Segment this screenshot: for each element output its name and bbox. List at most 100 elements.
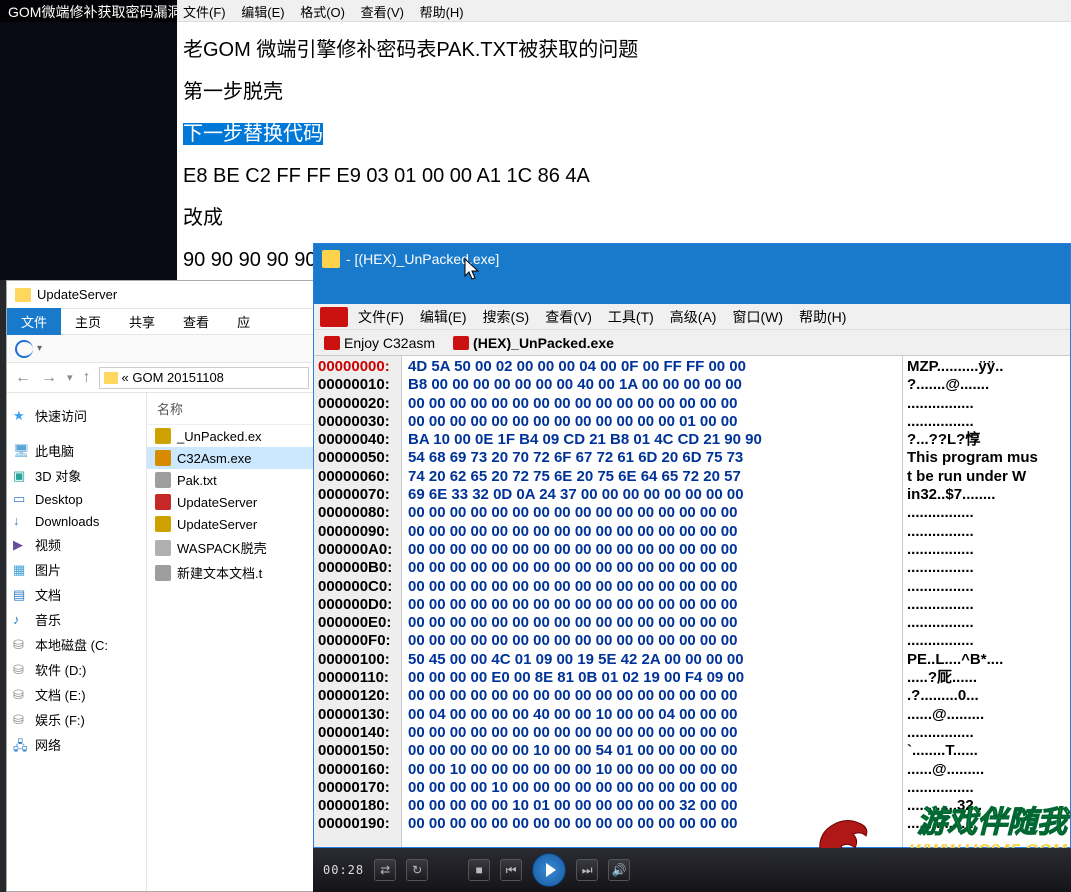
hex-bytes-row[interactable]: 00 00 00 00 00 00 00 00 00 00 00 00 00 0…	[408, 523, 896, 541]
file-item[interactable]: UpdateServer	[147, 513, 315, 535]
menu-help[interactable]: 帮助(H)	[420, 5, 464, 20]
play-button[interactable]	[532, 853, 566, 887]
menu-file[interactable]: 文件(F)	[183, 5, 226, 20]
menu-search[interactable]: 搜索(S)	[483, 307, 530, 327]
hex-bytes-row[interactable]: 50 45 00 00 4C 01 09 00 19 5E 42 2A 00 0…	[408, 651, 896, 669]
ribbon-view[interactable]: 查看	[169, 308, 223, 335]
repeat-button[interactable]: ↻	[406, 859, 428, 881]
sidebar-item[interactable]: ▤文档	[7, 582, 146, 607]
file-item[interactable]: C32Asm.exe	[147, 447, 315, 469]
nav-fwd-icon[interactable]: →	[39, 369, 59, 387]
sidebar-item[interactable]: ▶视频	[7, 532, 146, 557]
breadcrumb[interactable]: « GOM 20151108	[122, 370, 224, 385]
menu-help[interactable]: 帮助(H)	[799, 307, 846, 327]
menu-view[interactable]: 查看(V)	[545, 307, 592, 327]
sidebar-item[interactable]: ★快速访问	[7, 403, 146, 428]
address-bar: ← → ▾ ↑ « GOM 20151108	[7, 363, 315, 393]
menu-edit[interactable]: 编辑(E)	[241, 5, 284, 20]
hex-bytes-row[interactable]: 00 00 00 00 00 00 00 00 00 00 00 00 00 0…	[408, 559, 896, 577]
file-name: UpdateServer	[177, 495, 257, 510]
hex-bytes-row[interactable]: 00 00 00 00 00 00 00 00 00 00 00 00 00 0…	[408, 614, 896, 632]
nav-back-icon[interactable]: ←	[13, 369, 33, 387]
hex-bytes-row[interactable]: B8 00 00 00 00 00 00 00 40 00 1A 00 00 0…	[408, 376, 896, 394]
column-header-name[interactable]: 名称	[147, 393, 315, 425]
sidebar-item[interactable]: ⛁本地磁盘 (C:	[7, 632, 146, 657]
hex-view[interactable]: 00000000:00000010:00000020:00000030:0000…	[314, 356, 1070, 847]
menu-tools[interactable]: 工具(T)	[608, 307, 654, 327]
hex-bytes-row[interactable]: 00 00 00 00 E0 00 8E 81 0B 01 02 19 00 F…	[408, 669, 896, 687]
file-name: UpdateServer	[177, 517, 257, 532]
menu-file[interactable]: 文件(F)	[358, 307, 404, 327]
file-item[interactable]: 新建文本文档.t	[147, 560, 315, 585]
sidebar-item[interactable]: ♪音乐	[7, 607, 146, 632]
ribbon-share[interactable]: 共享	[115, 308, 169, 335]
tab-enjoy[interactable]: Enjoy C32asm	[320, 333, 439, 353]
shuffle-button[interactable]: ⇄	[374, 859, 396, 881]
menu-view[interactable]: 查看(V)	[361, 5, 404, 20]
sidebar-item[interactable]: ▣3D 对象	[7, 463, 146, 488]
hex-bytes-row[interactable]: 00 00 00 00 00 00 10 00 00 54 01 00 00 0…	[408, 742, 896, 760]
sidebar-item[interactable]: ↓Downloads	[7, 510, 146, 532]
hex-bytes-row[interactable]: 00 00 00 00 00 00 00 00 00 00 00 00 00 0…	[408, 395, 896, 413]
ribbon-file[interactable]: 文件	[7, 308, 61, 335]
hex-ascii-row: ......@.........	[907, 706, 1066, 724]
sidebar-item[interactable]: ▦图片	[7, 557, 146, 582]
sidebar-item[interactable]: 🖥此电脑	[7, 438, 146, 463]
explorer-file-list: 名称 _UnPacked.ex C32Asm.exe Pak.txt UpdateSe…	[147, 393, 315, 891]
explorer-titlebar[interactable]: UpdateServer	[7, 281, 315, 309]
sidebar-item[interactable]: ▭Desktop	[7, 488, 146, 510]
hex-bytes-row[interactable]: 69 6E 33 32 0D 0A 24 37 00 00 00 00 00 0…	[408, 486, 896, 504]
hex-bytes-row[interactable]: 00 00 10 00 00 00 00 00 00 10 00 00 00 0…	[408, 761, 896, 779]
tool-icon[interactable]	[320, 307, 348, 327]
hex-toolbar-strip	[314, 274, 1070, 304]
menu-window[interactable]: 窗口(W)	[732, 307, 783, 327]
address-input[interactable]: « GOM 20151108	[99, 367, 309, 389]
prev-button[interactable]: ⏮	[500, 859, 522, 881]
hex-bytes-row[interactable]: 00 00 00 00 00 00 00 00 00 00 00 00 00 0…	[408, 724, 896, 742]
menu-advanced[interactable]: 高级(A)	[670, 307, 717, 327]
hex-bytes-row[interactable]: 54 68 69 73 20 70 72 6F 67 72 61 6D 20 6…	[408, 449, 896, 467]
hex-ascii-row: ................	[907, 559, 1066, 577]
undo-icon[interactable]	[15, 340, 33, 358]
hex-titlebar[interactable]: - [(HEX)_UnPacked.exe]	[314, 244, 1070, 274]
next-button[interactable]: ⏭	[576, 859, 598, 881]
stop-button[interactable]: ■	[468, 859, 490, 881]
hex-bytes-row[interactable]: 00 00 00 00 10 00 00 00 00 00 00 00 00 0…	[408, 779, 896, 797]
hex-bytes-row[interactable]: 00 00 00 00 00 00 00 00 00 00 00 00 00 0…	[408, 632, 896, 650]
hex-bytes-row[interactable]: 00 00 00 00 00 00 00 00 00 00 00 00 00 0…	[408, 687, 896, 705]
hex-offset: 00000020:	[318, 395, 397, 413]
menu-edit[interactable]: 编辑(E)	[420, 307, 467, 327]
hex-bytes-row[interactable]: 00 00 00 00 00 00 00 00 00 00 00 00 00 0…	[408, 596, 896, 614]
hex-ascii-column: MZP..........ÿÿ..?.......@..............…	[902, 356, 1070, 847]
file-name: C32Asm.exe	[177, 451, 251, 466]
nav-recent-icon[interactable]: ▾	[65, 371, 75, 384]
hex-bytes-row[interactable]: 00 00 00 00 00 00 00 00 00 00 00 00 00 0…	[408, 541, 896, 559]
hex-ascii-row: ................	[907, 779, 1066, 797]
file-item[interactable]: WASPACK脱壳	[147, 535, 315, 560]
nav-up-icon[interactable]: ↑	[81, 369, 93, 387]
hex-bytes-row[interactable]: 00 00 00 00 00 00 00 00 00 00 00 00 00 0…	[408, 578, 896, 596]
file-item[interactable]: Pak.txt	[147, 469, 315, 491]
hex-offset: 00000190:	[318, 815, 397, 833]
qat-dropdown-icon[interactable]: ▾	[37, 343, 42, 354]
sidebar-item[interactable]: ⛁软件 (D:)	[7, 657, 146, 682]
hex-offset: 00000160:	[318, 761, 397, 779]
file-item[interactable]: _UnPacked.ex	[147, 425, 315, 447]
ribbon-home[interactable]: 主页	[61, 308, 115, 335]
hex-bytes-row[interactable]: 74 20 62 65 20 72 75 6E 20 75 6E 64 65 7…	[408, 468, 896, 486]
file-item[interactable]: UpdateServer	[147, 491, 315, 513]
ribbon-app[interactable]: 应	[223, 308, 264, 335]
sidebar-item[interactable]: 🖧网络	[7, 732, 146, 757]
hex-bytes-row[interactable]: 4D 5A 50 00 02 00 00 00 04 00 0F 00 FF F…	[408, 358, 896, 376]
menu-format[interactable]: 格式(O)	[300, 5, 345, 20]
sidebar-item[interactable]: ⛁文档 (E:)	[7, 682, 146, 707]
hex-bytes-row[interactable]: BA 10 00 0E 1F B4 09 CD 21 B8 01 4C CD 2…	[408, 431, 896, 449]
tab-unpacked[interactable]: (HEX)_UnPacked.exe	[449, 333, 618, 353]
sidebar-item[interactable]: ⛁娱乐 (F:)	[7, 707, 146, 732]
volume-button[interactable]: 🔊	[608, 859, 630, 881]
hex-bytes-row[interactable]: 00 00 00 00 00 00 00 00 00 00 00 00 00 0…	[408, 413, 896, 431]
sidebar-icon: 🖧	[13, 737, 29, 753]
hex-bytes-column[interactable]: 4D 5A 50 00 02 00 00 00 04 00 0F 00 FF F…	[402, 356, 902, 847]
hex-bytes-row[interactable]: 00 04 00 00 00 00 40 00 00 10 00 00 04 0…	[408, 706, 896, 724]
hex-bytes-row[interactable]: 00 00 00 00 00 00 00 00 00 00 00 00 00 0…	[408, 504, 896, 522]
